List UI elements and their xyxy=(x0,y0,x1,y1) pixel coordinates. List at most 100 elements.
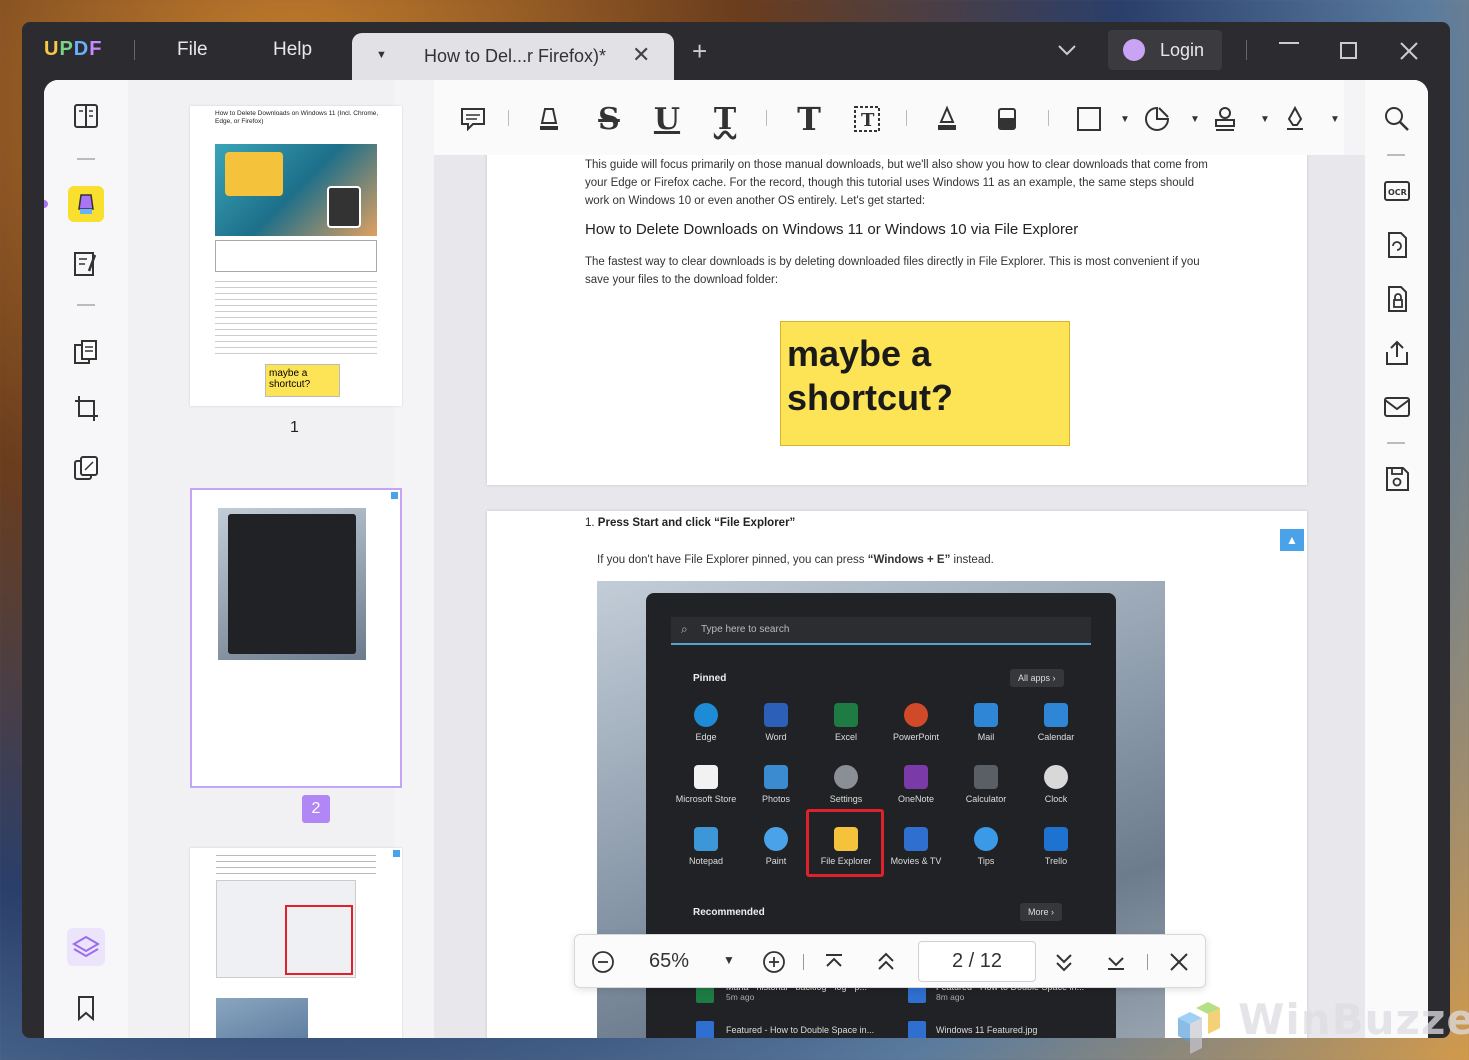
login-button[interactable]: Login xyxy=(1108,30,1222,70)
strikethrough-icon[interactable]: S xyxy=(592,102,626,137)
organize-pages-icon[interactable] xyxy=(68,334,104,370)
calendar-icon xyxy=(1044,703,1068,727)
image-file-icon xyxy=(908,1021,926,1038)
textbox-icon[interactable]: T xyxy=(850,102,884,136)
eraser-icon[interactable] xyxy=(990,102,1024,136)
thumbnail-page-3[interactable] xyxy=(190,848,402,1038)
tab-close-icon[interactable]: ✕ xyxy=(632,42,650,68)
thumbnail-title: How to Delete Downloads on Windows 11 (I… xyxy=(215,110,379,125)
thumbnail-text-lines xyxy=(216,852,376,878)
left-separator xyxy=(77,158,95,160)
share-icon[interactable] xyxy=(1382,338,1412,368)
thumbnail-highlight xyxy=(285,905,353,975)
signature-icon[interactable] xyxy=(1278,102,1312,136)
thumbnail-page-1[interactable]: How to Delete Downloads on Windows 11 (I… xyxy=(190,106,402,406)
app-name: Calculator xyxy=(965,794,1007,804)
app-tile: Word xyxy=(741,703,811,763)
comment-tool-icon[interactable] xyxy=(68,186,104,222)
zoom-dropdown-icon[interactable]: ▼ xyxy=(723,953,735,967)
powerpoint-icon xyxy=(904,703,928,727)
workspace: How to Delete Downloads on Windows 11 (I… xyxy=(44,80,1428,1038)
maximize-button[interactable] xyxy=(1340,40,1358,66)
updf-window: UPDF File Help ▼ How to Del...r Firefox)… xyxy=(22,22,1450,1038)
file-explorer-highlight xyxy=(806,809,884,877)
menu-help[interactable]: Help xyxy=(273,39,312,61)
shape-dropdown-icon[interactable]: ▼ xyxy=(1120,114,1130,125)
sticker-dropdown-icon[interactable]: ▼ xyxy=(1190,114,1200,125)
bookmark-icon[interactable] xyxy=(68,990,104,1026)
sticky-note-icon[interactable] xyxy=(456,102,490,136)
sticky-note[interactable]: maybe a shortcut? xyxy=(780,321,1070,446)
updf-logo[interactable]: UPDF xyxy=(44,38,102,61)
email-icon[interactable] xyxy=(1382,392,1412,422)
ocr-icon[interactable]: OCR xyxy=(1382,176,1412,206)
zoom-out-icon[interactable] xyxy=(591,950,615,974)
save-icon[interactable] xyxy=(1382,464,1412,494)
app-tile: Microsoft Store xyxy=(671,765,741,825)
active-indicator xyxy=(44,200,48,208)
menu-file[interactable]: File xyxy=(177,39,208,61)
underline-icon[interactable]: U xyxy=(650,102,684,137)
thumbnail-page-2[interactable] xyxy=(190,488,402,788)
app-name: Calendar xyxy=(1037,732,1075,742)
highlight-icon[interactable] xyxy=(532,102,566,136)
squiggly-icon[interactable]: T xyxy=(708,102,742,137)
pencil-icon[interactable] xyxy=(930,102,964,136)
mail-icon xyxy=(974,703,998,727)
image-file-icon xyxy=(696,1021,714,1038)
new-tab-button[interactable]: + xyxy=(692,38,707,64)
close-navigation-icon[interactable] xyxy=(1169,952,1189,972)
layers-icon[interactable] xyxy=(67,928,105,966)
search-icon[interactable] xyxy=(1382,104,1412,134)
stamp-dropdown-icon[interactable]: ▼ xyxy=(1260,114,1270,125)
tab-list-chevron-icon[interactable] xyxy=(1058,40,1076,61)
crop-icon[interactable] xyxy=(68,390,104,426)
recent-item-name: Featured - How to Double Space in... xyxy=(726,1025,875,1035)
edge-icon xyxy=(694,703,718,727)
edit-pdf-icon[interactable] xyxy=(68,246,104,282)
next-page-icon[interactable] xyxy=(1053,951,1075,973)
text-icon[interactable]: T xyxy=(792,100,826,138)
close-window-button[interactable] xyxy=(1400,40,1418,66)
app-name: Mail xyxy=(977,732,995,742)
thumbnail-startmenu xyxy=(228,514,356,654)
section-heading: How to Delete Downloads on Windows 11 or… xyxy=(585,221,1079,238)
app-tile: OneNote xyxy=(881,765,951,825)
winbuzzer-logo-icon xyxy=(1178,1002,1220,1054)
zoom-in-icon[interactable] xyxy=(762,950,786,974)
document-tab[interactable]: ▼ How to Del...r Firefox)* ✕ xyxy=(352,33,674,80)
step-number: 1. xyxy=(585,517,595,529)
first-page-icon[interactable] xyxy=(823,951,845,973)
stamp-icon[interactable] xyxy=(1208,102,1242,136)
previous-page-icon[interactable] xyxy=(875,951,897,973)
trash-icon xyxy=(327,186,361,228)
convert-icon[interactable] xyxy=(68,450,104,486)
scroll-to-top-button[interactable]: ▲ xyxy=(1280,529,1304,551)
zoom-level[interactable]: 65% xyxy=(649,950,689,973)
current-page-input[interactable]: 2 xyxy=(952,950,963,972)
start-search-box: ⌕ Type here to search xyxy=(671,617,1091,645)
word-icon xyxy=(764,703,788,727)
convert-file-icon[interactable] xyxy=(1382,230,1412,260)
app-name: PowerPoint xyxy=(892,732,940,742)
reader-icon[interactable] xyxy=(68,98,104,134)
trello-icon xyxy=(1044,827,1068,851)
page-indicator[interactable]: 2 / 12 xyxy=(918,941,1036,982)
shape-icon[interactable] xyxy=(1072,102,1106,136)
tab-dropdown-icon[interactable]: ▼ xyxy=(376,49,387,61)
last-page-icon[interactable] xyxy=(1105,951,1127,973)
toolbar-separator xyxy=(1048,110,1049,126)
step-heading: 1. Press Start and click “File Explorer” xyxy=(585,517,795,529)
minimize-button[interactable] xyxy=(1278,32,1300,60)
logo-letter: U xyxy=(44,38,60,60)
settings-icon xyxy=(834,765,858,789)
section-paragraph: The fastest way to clear downloads is by… xyxy=(585,256,1200,286)
thumbnail-marker xyxy=(393,850,400,857)
svg-text:OCR: OCR xyxy=(1388,188,1407,197)
excel-icon xyxy=(834,703,858,727)
title-separator xyxy=(134,40,135,60)
folder-icon xyxy=(225,152,283,196)
signature-dropdown-icon[interactable]: ▼ xyxy=(1330,114,1340,125)
protect-file-icon[interactable] xyxy=(1382,284,1412,314)
sticker-icon[interactable] xyxy=(1140,102,1174,136)
